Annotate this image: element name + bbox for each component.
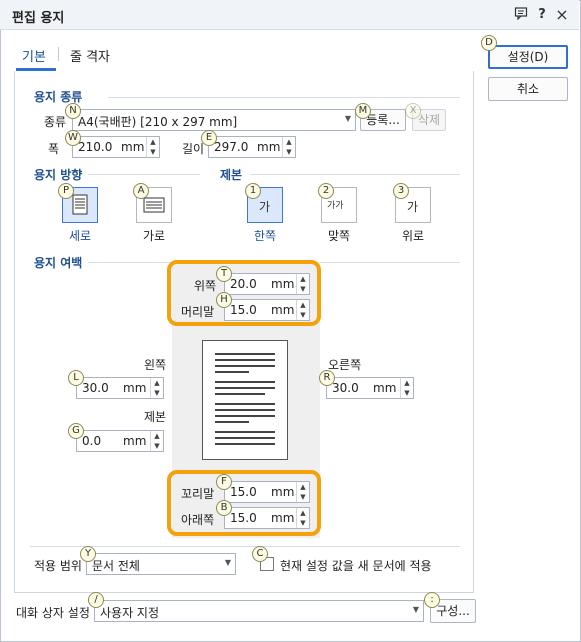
- hint-gutter: G: [68, 423, 84, 439]
- highlight-top-header: [167, 260, 321, 326]
- right-margin-field[interactable]: 30.0 mm ▲ ▼: [326, 377, 414, 399]
- ok-button[interactable]: 설정(D): [488, 45, 568, 69]
- margins-section-title: 용지 여백: [34, 256, 83, 270]
- orientation-section-title: 용지 방향: [34, 168, 83, 182]
- cancel-button[interactable]: 취소: [488, 77, 568, 101]
- hint-apply-range: Y: [80, 546, 96, 562]
- hint-width: W: [65, 130, 81, 146]
- section-rule: [250, 174, 460, 175]
- length-field[interactable]: 297.0 mm ▲ ▼: [208, 136, 296, 158]
- gutter-margin-field[interactable]: 0.0 mm ▲ ▼: [76, 430, 164, 452]
- tab-basic[interactable]: 기본: [22, 46, 46, 65]
- hint-delete: X: [405, 103, 421, 119]
- dialog-title: 편집 용지: [12, 11, 65, 26]
- dialog-setting-select[interactable]: 사용자 지정 ▼: [94, 600, 424, 622]
- hint-binding-facing: 2: [318, 183, 334, 199]
- spin-down-icon: ▼: [150, 148, 156, 156]
- dialog-setting-label: 대화 상자 설정: [16, 606, 90, 620]
- width-label: 폭: [48, 142, 60, 156]
- binding-section-title: 제본: [220, 168, 243, 182]
- highlight-footer-bottom: [167, 470, 321, 536]
- hint-right: R: [319, 370, 335, 386]
- apply-range-label: 적용 범위: [34, 559, 82, 573]
- hint-binding-one: 1: [245, 183, 261, 199]
- hint-top: T: [216, 266, 232, 282]
- paper-type-select[interactable]: A4(국배판) [210 x 297 mm] ▼: [72, 109, 356, 131]
- chevron-down-icon: ▼: [224, 558, 231, 567]
- binding-top-icon: 가: [407, 200, 419, 214]
- spin-up-icon: ▲: [154, 379, 160, 387]
- paper-type-label: 종류: [44, 115, 67, 129]
- close-icon[interactable]: ×: [553, 6, 571, 24]
- landscape-label: 가로: [142, 229, 166, 243]
- width-field[interactable]: 210.0 mm ▲ ▼: [72, 136, 160, 158]
- binding-facing-label: 맞쪽: [327, 229, 351, 243]
- message-icon[interactable]: [512, 6, 530, 24]
- gutter-margin-label: 제본: [144, 410, 167, 424]
- spin-down-icon: ▼: [286, 148, 292, 156]
- hint-footer: F: [216, 474, 232, 490]
- tab-separator: [58, 47, 59, 61]
- spin-down-icon: ▼: [154, 442, 160, 450]
- spin-up-icon: ▲: [286, 138, 292, 146]
- apply-range-select[interactable]: 문서 전체 ▼: [86, 553, 236, 575]
- left-margin-label: 왼쪽: [144, 358, 167, 372]
- hint-dialog-setting: /: [88, 592, 104, 608]
- page-preview: [202, 340, 288, 460]
- hint-compose: :: [424, 592, 440, 608]
- hint-left: L: [68, 370, 84, 386]
- hint-new-doc: C: [252, 546, 268, 562]
- chevron-down-icon: ▼: [412, 605, 419, 614]
- spin-up-icon: ▲: [404, 379, 410, 387]
- right-margin-label: 오른쪽: [328, 358, 362, 372]
- help-icon[interactable]: ?: [533, 6, 551, 24]
- hint-header: H: [216, 292, 232, 308]
- spin-up-icon: ▲: [154, 432, 160, 440]
- hint-portrait: P: [58, 183, 74, 199]
- spin-down-icon: ▼: [404, 389, 410, 397]
- binding-top-label: 위로: [401, 229, 425, 243]
- hint-bottom: B: [216, 500, 232, 516]
- portrait-label: 세로: [68, 229, 92, 243]
- section-rule: [30, 546, 460, 547]
- spin-down-icon: ▼: [154, 389, 160, 397]
- section-rule: [108, 97, 460, 98]
- section-rule: [88, 174, 200, 175]
- tab-line-grid[interactable]: 줄 격자: [70, 46, 110, 65]
- title-bar: 편집 용지 ? ×: [0, 0, 579, 30]
- left-margin-field[interactable]: 30.0 mm ▲ ▼: [76, 377, 164, 399]
- hint-landscape: A: [133, 183, 149, 199]
- new-document-checkbox-label: 현재 설정 값을 새 문서에 적용: [280, 559, 432, 573]
- chevron-down-icon: ▼: [344, 114, 351, 123]
- binding-facing-icon: 가가: [327, 201, 344, 211]
- binding-one-side-icon: 가: [259, 200, 271, 214]
- binding-one-side-label: 한쪽: [253, 229, 277, 243]
- hint-length: E: [201, 130, 217, 146]
- length-label: 길이: [182, 142, 205, 156]
- hint-paper-type: N: [65, 103, 81, 119]
- hint-binding-top: 3: [393, 183, 409, 199]
- spin-up-icon: ▲: [150, 138, 156, 146]
- hint-ok: D: [481, 35, 497, 51]
- hint-register: M: [355, 103, 371, 119]
